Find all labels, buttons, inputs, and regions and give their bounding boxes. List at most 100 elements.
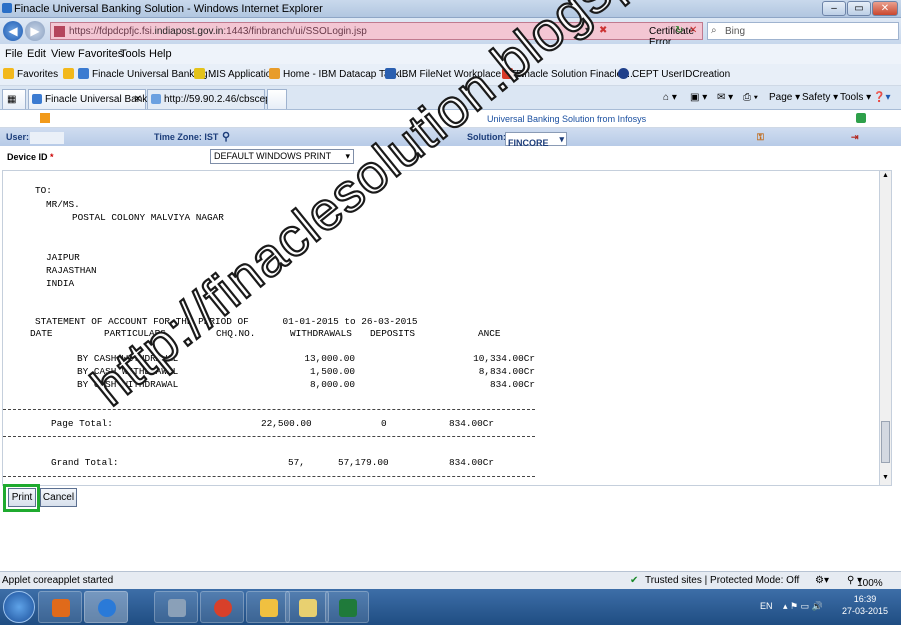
user-value	[30, 132, 64, 144]
home-icon[interactable]: ⌂ ▾	[663, 92, 677, 103]
help-icon[interactable]: ❓▾	[873, 92, 890, 103]
app-banner: Universal Banking Solution from Infosys	[487, 114, 647, 124]
report-to: TO:	[35, 185, 52, 196]
user-info-bar: User: Time Zone: IST ⚲ Solution: FINCORE…	[0, 128, 901, 148]
col-balance: ANCE	[478, 328, 501, 339]
row-1-withdrawal: 13,000.00	[304, 353, 355, 364]
key-icon[interactable]: ⚿	[757, 132, 764, 143]
cert-shield-icon: ✖	[599, 25, 608, 36]
scroll-up-icon[interactable]: ▲	[882, 172, 889, 179]
fav-finacle-solution[interactable]: Finacle Solution Finacle i...	[502, 68, 636, 80]
dropdown-icon[interactable]: ▾	[585, 25, 590, 36]
page-total-label: Page Total:	[51, 418, 113, 429]
ie-icon	[2, 3, 12, 13]
logout-icon[interactable]: ⇥	[851, 132, 859, 143]
menu-tools[interactable]: Tools	[120, 48, 146, 60]
zoom-level[interactable]: ⚲ 100% ▾	[847, 575, 883, 589]
scroll-thumb[interactable]	[881, 421, 890, 463]
menu-help[interactable]: Help	[149, 48, 172, 60]
quick-tabs-icon[interactable]: ▦	[2, 89, 26, 109]
row-1-balance: 10,334.00Cr	[473, 353, 535, 364]
report-address: POSTAL COLONY MALVIYA NAGAR	[72, 212, 224, 223]
tab-cbscept[interactable]: http://59.90.2.46/cbscept/...	[147, 89, 285, 109]
row-3-particulars: BY CASH WITHDRAWAL	[77, 379, 179, 390]
row-2-balance: 8,834.00Cr	[478, 366, 535, 377]
col-date: DATE	[30, 328, 53, 339]
task-chrome[interactable]	[200, 591, 244, 623]
tray-icons[interactable]: ▴ ⚑ ▭ 🔊	[783, 601, 823, 612]
page-total-deposits: 0	[381, 418, 387, 429]
row-2-particulars: BY CASH WITHDRAWAL	[77, 366, 179, 377]
ie-window: Finacle Universal Banking Solution - Win…	[0, 0, 901, 625]
col-chqno: CHQ.NO.	[216, 328, 256, 339]
forward-icon[interactable]: ▶	[25, 21, 45, 41]
user-label: User:	[6, 132, 30, 142]
star-icon	[3, 68, 14, 79]
menu-file[interactable]: File	[5, 48, 23, 60]
favorites-button[interactable]: Favorites	[3, 68, 58, 80]
start-button[interactable]	[3, 591, 35, 623]
taskbar: EN ▴ ⚑ ▭ 🔊 16:39 27-03-2015	[0, 589, 901, 625]
menu-view[interactable]: View	[51, 48, 75, 60]
mail-icon[interactable]: ✉ ▾	[717, 92, 733, 103]
col-deposits: DEPOSITS	[370, 328, 416, 339]
task-ie[interactable]	[84, 591, 128, 623]
page-menu[interactable]: Page ▾	[769, 92, 800, 103]
tools-menu[interactable]: Tools ▾	[840, 92, 871, 103]
report-scrollbar[interactable]: ▲ ▼	[879, 170, 892, 486]
stop-icon[interactable]: ✕	[689, 25, 697, 36]
cancel-button[interactable]: Cancel	[40, 488, 77, 507]
new-tab-button[interactable]	[267, 89, 287, 109]
search-icon[interactable]: ⚲	[222, 130, 230, 143]
solution-select[interactable]: FINCORE ▾	[505, 132, 567, 148]
row-3-withdrawal: 8,000.00	[309, 379, 355, 390]
maximize-button[interactable]: ▭	[847, 1, 871, 16]
address-input[interactable]: https://fdpdcpfjc.fsi.indiapost.gov.in:1…	[50, 22, 703, 48]
report-state: RAJASTHAN	[46, 265, 97, 276]
divider	[3, 436, 535, 437]
statement-line: STATEMENT OF ACCOUNT FOR THE PERIOD OF 0…	[35, 316, 418, 327]
rss-icon[interactable]	[40, 113, 50, 123]
device-select[interactable]: DEFAULT WINDOWS PRINT ▾	[210, 149, 354, 164]
check-icon: ✔	[630, 575, 639, 586]
task-paint[interactable]	[246, 591, 290, 623]
print-button[interactable]: Print	[8, 488, 36, 507]
page-total-balance: 834.00Cr	[449, 418, 495, 429]
clock[interactable]: 16:39 27-03-2015	[842, 593, 888, 617]
menu-edit[interactable]: Edit	[27, 48, 46, 60]
search-input[interactable]: ⌕ Bing	[707, 22, 899, 40]
task-media[interactable]	[38, 591, 82, 623]
row-1-particulars: BY CASH WITHDRAWAL	[77, 353, 179, 364]
url-text: https://fdpdcpfjc.fsi.indiapost.gov.in:1…	[69, 26, 367, 37]
app-header: Universal Banking Solution from Infosys	[0, 110, 901, 128]
device-row: Device ID * DEFAULT WINDOWS PRINT ▾	[0, 146, 901, 168]
title-bar: Finacle Universal Banking Solution - Win…	[0, 0, 901, 18]
menu-favorites[interactable]: Favorites	[78, 48, 123, 60]
print-icon[interactable]: ⎙ ▾	[743, 92, 758, 103]
divider	[3, 476, 535, 477]
protection-icon[interactable]: ⚙▾	[815, 575, 829, 586]
close-button[interactable]: ✕	[872, 1, 898, 16]
task-calc[interactable]	[154, 591, 198, 623]
back-icon[interactable]: ◀	[3, 21, 23, 41]
minimize-button[interactable]: –	[822, 1, 846, 16]
refresh-app-icon[interactable]	[856, 113, 866, 123]
report-panel: TO: MR/MS. POSTAL COLONY MALVIYA NAGAR J…	[2, 170, 880, 486]
row-2-withdrawal: 1,500.00	[309, 366, 355, 377]
window-title: Finacle Universal Banking Solution - Win…	[14, 3, 323, 15]
col-withdrawals: WITHDRAWALS	[290, 328, 352, 339]
grand-total-label: Grand Total:	[51, 457, 119, 468]
task-notes[interactable]	[285, 591, 329, 623]
safety-menu[interactable]: Safety ▾	[802, 92, 838, 103]
col-particulars: PARTICULARS	[104, 328, 166, 339]
task-excel[interactable]	[325, 591, 369, 623]
tab-close-icon[interactable]: ✕	[134, 94, 142, 105]
language-indicator[interactable]: EN	[760, 601, 773, 611]
fav-add-icon[interactable]	[63, 68, 77, 80]
refresh-icon[interactable]: ↻	[675, 25, 683, 36]
scroll-down-icon[interactable]: ▼	[882, 474, 889, 481]
fav-mis[interactable]: MIS Application	[194, 68, 277, 80]
fav-cept[interactable]: CEPT UserIDCreation	[618, 68, 730, 80]
feeds-icon[interactable]: ▣ ▾	[690, 92, 707, 103]
tab-finacle[interactable]: Finacle Universal Banki... ✕	[28, 89, 158, 109]
